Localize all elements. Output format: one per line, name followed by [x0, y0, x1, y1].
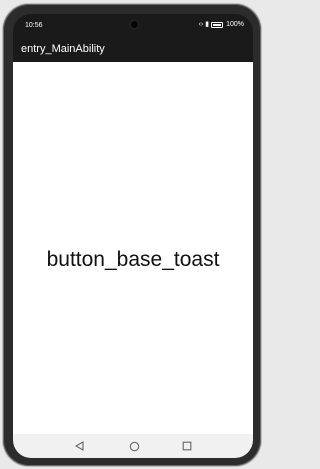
- status-icons: ‹› ▮ 100%: [199, 20, 244, 29]
- app-title: entry_MainAbility: [21, 43, 105, 55]
- recents-button[interactable]: [180, 434, 194, 458]
- phone-frame: 10:56 ‹› ▮ 100% entry_MainAbility button…: [3, 4, 261, 466]
- app-title-bar: entry_MainAbility: [13, 38, 253, 62]
- main-text: button_base_toast: [46, 248, 220, 271]
- status-time: 10:56: [25, 22, 43, 29]
- back-icon: [75, 441, 84, 451]
- battery-icon: [211, 21, 224, 28]
- front-camera: [129, 19, 140, 30]
- bluetooth-icon: ▮: [205, 21, 210, 28]
- battery-percent: 100%: [226, 21, 244, 28]
- status-bar: 10:56 ‹› ▮ 100%: [13, 14, 253, 38]
- navigation-bar: [13, 434, 253, 458]
- home-button[interactable]: [127, 434, 141, 458]
- back-button[interactable]: [73, 434, 87, 458]
- main-content: button_base_toast: [13, 62, 253, 434]
- signal-icon: ‹›: [198, 21, 204, 28]
- recents-icon: [182, 441, 192, 451]
- home-icon: [129, 441, 139, 451]
- screen: 10:56 ‹› ▮ 100% entry_MainAbility button…: [13, 14, 253, 458]
